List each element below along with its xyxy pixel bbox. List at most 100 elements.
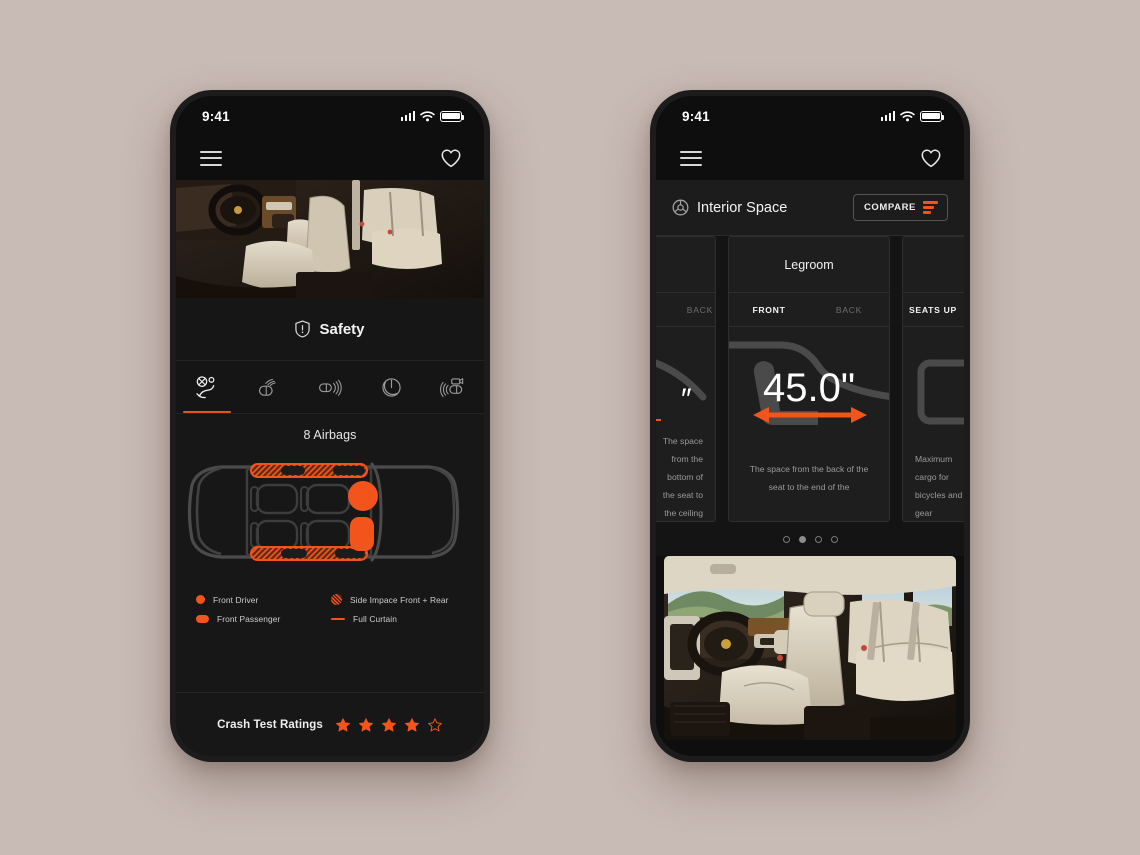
crash-test-dummy-icon [196,375,215,398]
card-description: The space from the back of the seat to t… [749,464,869,492]
cellular-signal-icon [400,111,415,121]
section-title-group: Interior Space [672,199,787,216]
safety-label: Safety [319,320,365,338]
pagination-dot[interactable] [814,535,822,543]
card-headroom[interactable]: Headroom BACK ″ [656,236,716,522]
tab-parking-sensor[interactable] [299,361,361,413]
cargo-diagram [917,359,964,425]
legend-swatch-full-curtain [331,618,345,620]
legend-item: Full Curtain [331,614,466,624]
crash-test-star-rating [335,717,443,733]
app-stage: 9:41 Safety 8 Airbags Front Driver Side … [0,0,1140,855]
card-tab-back[interactable]: BACK [809,293,889,326]
battery-full-icon [440,110,465,122]
heart-outline-icon[interactable] [440,148,462,168]
heart-outline-icon[interactable] [920,148,942,168]
screen-interior-space: 9:41 Interior Space COMPARE BACK ″ The s… [656,96,964,756]
legend-item: Front Passenger [196,614,331,624]
compare-button-label: COMPARE [863,202,916,213]
card-tab-group: SEATS UP [903,293,964,327]
pagination-dot[interactable] [782,535,790,543]
pagination-dot[interactable] [830,535,838,543]
airbag-panel: 8 Airbags Front Driver Side Impace Front… [176,414,484,692]
star-filled-icon [381,717,396,731]
card-legroom[interactable]: Legroom FRONT BACK 45.0" The space from … [728,236,890,522]
carousel-pagination[interactable] [656,522,964,556]
hamburger-menu-icon[interactable] [680,150,702,166]
legroom-value: 45.0" [763,366,855,410]
safety-section-header: Safety [176,298,484,361]
crash-test-ratings-label: Crash Test Ratings [217,718,323,731]
card-visual-legroom: 45.0" [729,327,889,449]
headroom-value: ″ [681,383,692,416]
interior-measurements-carousel: Headroom BACK ″ [656,236,964,556]
pagination-dot[interactable] [798,535,806,543]
hero-photo-art [176,180,484,298]
compare-bars-icon [923,201,938,214]
status-time: 9:41 [682,108,710,124]
safety-tab-bar [176,361,484,414]
compare-button[interactable]: COMPARE [852,194,948,221]
card-title-area: Headroom [656,237,715,293]
status-icons [400,110,465,122]
legend-swatch-side-impact [331,594,342,605]
card-tab-group: FRONT BACK [729,293,889,327]
battery-full-icon [920,110,945,122]
tire-pressure-icon [382,377,401,397]
tab-blind-spot[interactable] [238,361,300,413]
card-description-area: The space from the back of the seat to t… [729,449,889,521]
steering-wheel-icon [672,199,689,216]
interior-space-section-header: Interior Space COMPARE [656,180,964,236]
phone-device-left: 9:41 Safety 8 Airbags Front Driver Side … [170,90,490,762]
tab-rear-camera[interactable] [422,361,484,413]
legend-label: Front Driver [213,594,259,605]
card-tab-seats-up[interactable]: SEATS UP [903,293,964,326]
card-description-area: The space from the bottom of the seat to… [656,421,715,521]
phone-device-right: 9:41 Interior Space COMPARE BACK ″ The s… [650,90,970,762]
blind-spot-sensor-icon [258,378,276,396]
active-tab-indicator [182,410,231,413]
shield-alert-icon [295,320,311,338]
legend-label: Front Passenger [217,614,281,624]
card-description-area: Maximum cargo for bicycles and gear [903,439,964,521]
status-icons [880,110,945,122]
screen-safety: 9:41 Safety 8 Airbags Front Driver Side … [176,96,484,756]
star-filled-icon [404,717,419,731]
status-bar: 9:41 [176,96,484,136]
airbag-count-label: 8 Airbags [303,428,357,442]
legend-label: Side Impace Front + Rear [350,594,449,605]
gallery-photo-art [664,556,956,740]
card-tab-front[interactable]: FRONT [729,293,809,326]
wifi-icon [420,110,435,121]
card-description: The space from the bottom of the seat to… [662,436,703,518]
card-tab-back[interactable]: BACK [656,293,715,326]
wifi-icon [900,110,915,121]
nav-bar [656,136,964,180]
cellular-signal-icon [880,111,895,121]
tab-airbags[interactable] [176,361,238,413]
star-filled-icon [358,717,373,731]
airbag-legend: Front Driver Side Impace Front + Rear Fr… [176,576,484,624]
parking-sensor-icon [319,379,343,396]
truck-interior-photo[interactable] [664,556,956,740]
tab-tire-pressure[interactable] [361,361,423,413]
card-tab-group: BACK [656,293,715,327]
card-cargo[interactable]: Cargo SEATS UP Maximum cargo for bicycle… [902,236,964,522]
star-outline-icon [427,717,442,731]
rear-camera-sensor-icon [439,377,463,397]
card-visual-headroom: ″ [656,327,715,421]
card-title-area: Legroom [729,237,889,293]
legend-label: Full Curtain [353,614,398,624]
star-filled-icon [335,717,350,731]
legend-item: Side Impace Front + Rear [331,594,466,605]
legroom-diagram: 45.0" [729,341,889,425]
status-time: 9:41 [202,108,230,124]
car-top-view-svg [187,461,460,563]
hamburger-menu-icon[interactable] [200,150,222,166]
card-title: Legroom [784,257,834,272]
carousel-track[interactable]: Headroom BACK ″ [656,236,964,522]
legend-item: Front Driver [196,594,331,605]
legend-swatch-front-passenger [196,615,209,623]
card-title-area: Cargo [903,237,964,293]
card-visual-cargo [903,327,964,439]
